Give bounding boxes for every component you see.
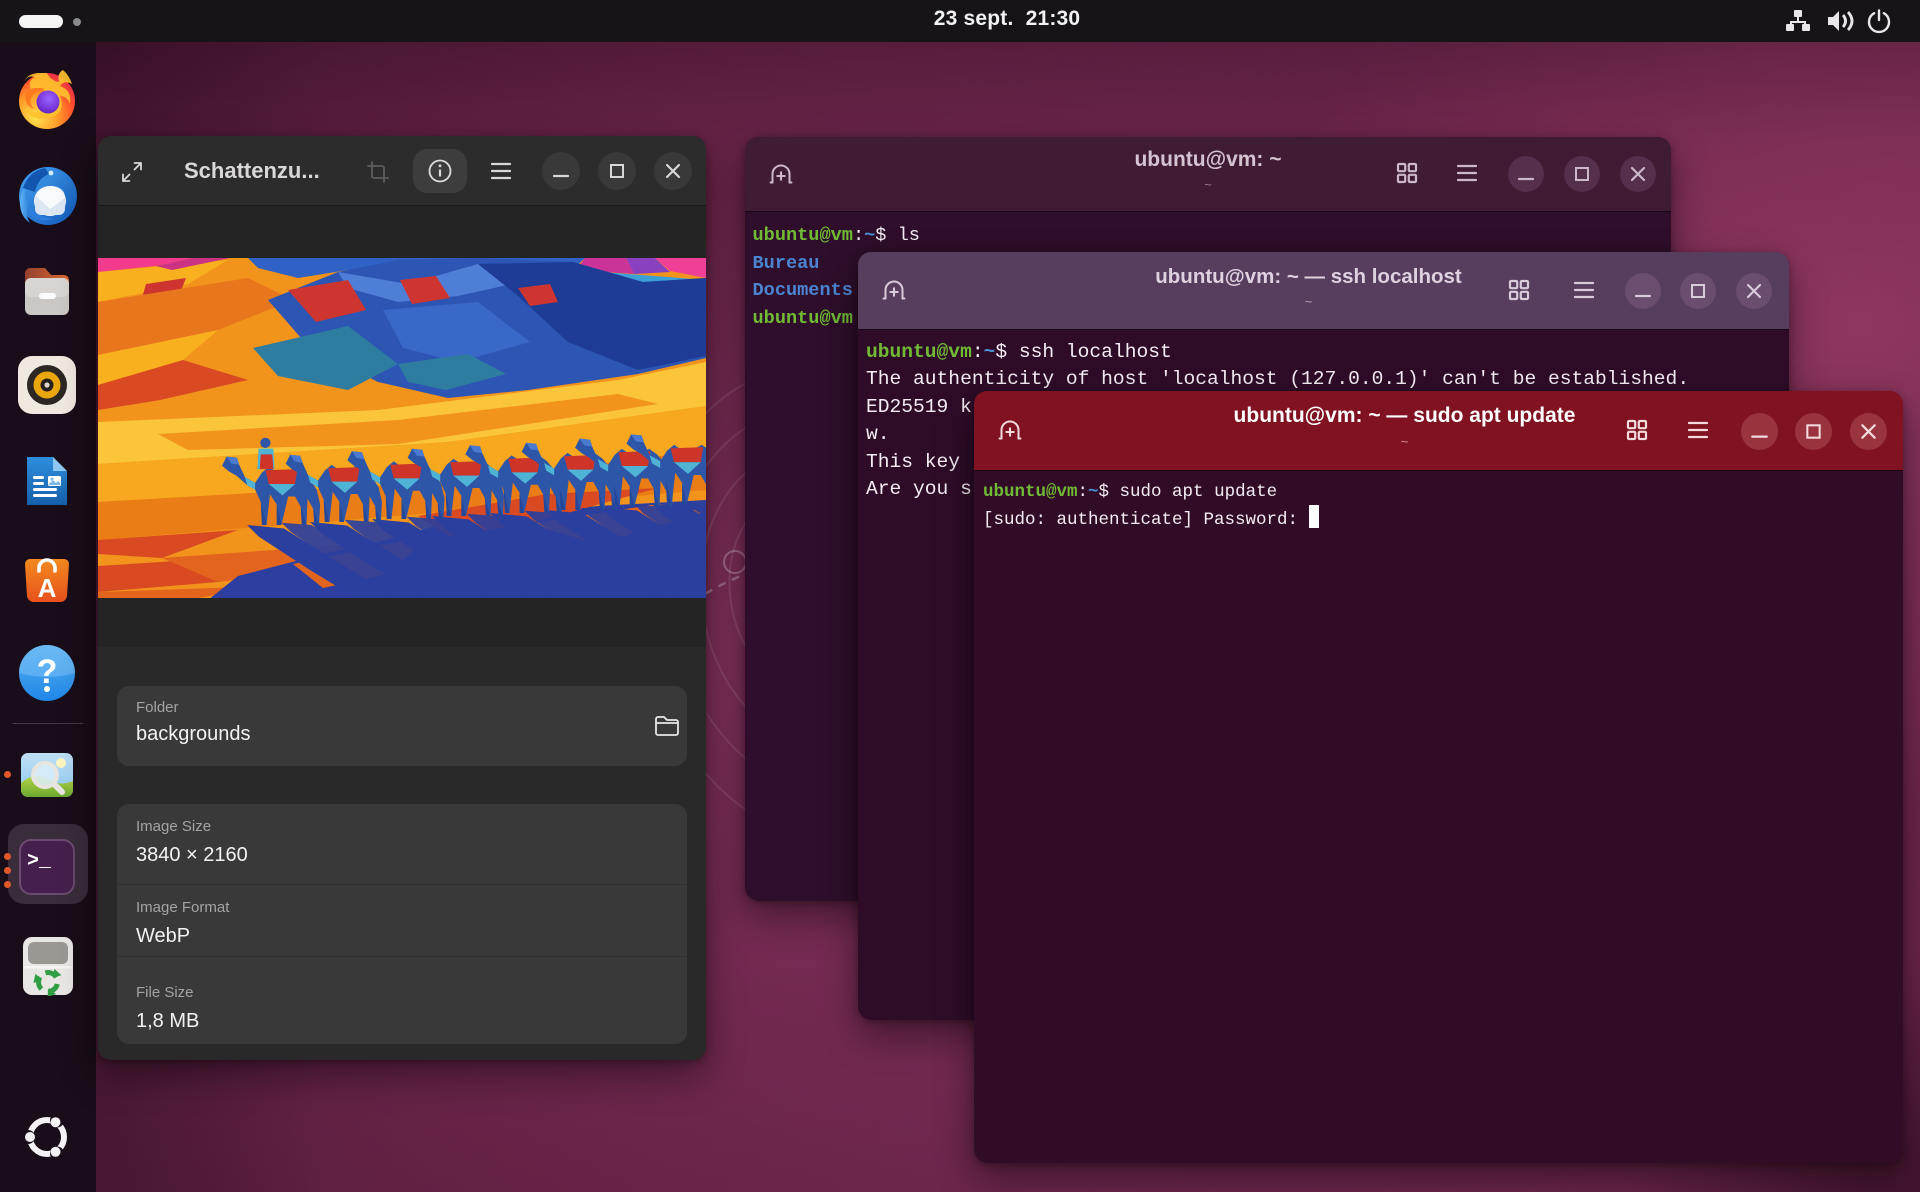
svg-text:?: ? bbox=[37, 653, 58, 691]
svg-text:>_: >_ bbox=[27, 850, 52, 873]
svg-text:A: A bbox=[38, 573, 57, 603]
